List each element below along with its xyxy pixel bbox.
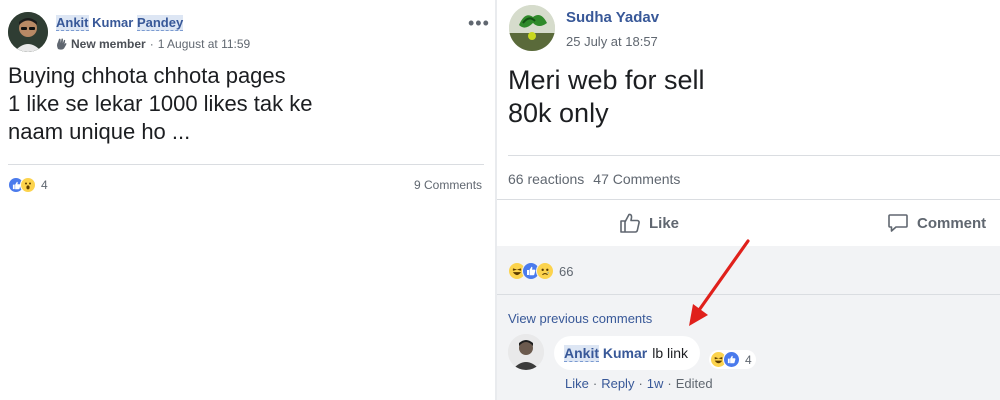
- comments-count-link[interactable]: 9 Comments: [414, 178, 482, 192]
- reaction-summary[interactable]: 4: [8, 177, 48, 193]
- comment-like-link[interactable]: Like: [565, 376, 589, 391]
- sad-reaction-icon: [536, 262, 554, 280]
- comment-icon: [888, 214, 908, 232]
- wave-icon: [57, 38, 67, 50]
- comment-text: lb link: [652, 345, 689, 361]
- divider: [508, 155, 1000, 156]
- post-date[interactable]: 25 July at 18:57: [566, 34, 658, 49]
- post-body-line: 1 like se lekar 1000 likes tak ke: [8, 91, 313, 116]
- author-avatar[interactable]: [8, 12, 48, 52]
- comment-label: Comment: [917, 214, 987, 232]
- separator: ·: [667, 376, 672, 391]
- author-first-name[interactable]: Ankit: [56, 15, 89, 31]
- meta-separator: ·: [149, 37, 154, 51]
- divider: [497, 294, 1000, 295]
- post-body-line: naam unique ho ...: [8, 119, 191, 144]
- comments-count-link[interactable]: 47 Comments: [593, 171, 680, 187]
- post-meta: New member · 1 August at 11:59: [56, 37, 250, 51]
- commenter-last-name[interactable]: Kumar: [603, 345, 647, 361]
- left-post: Ankit Kumar Pandey New member · 1 August…: [0, 0, 495, 400]
- divider: [8, 164, 484, 165]
- post-body-line: Meri web for sell: [508, 65, 705, 95]
- reaction-summary[interactable]: 66: [508, 262, 573, 280]
- comment-reactions[interactable]: 4: [709, 350, 756, 369]
- like-button[interactable]: Like: [619, 212, 679, 234]
- member-badge: New member: [71, 37, 146, 51]
- more-options-button[interactable]: •••: [468, 13, 490, 34]
- view-previous-comments-link[interactable]: View previous comments: [508, 311, 652, 326]
- comment-edited-label[interactable]: Edited: [676, 376, 713, 391]
- like-label: Like: [649, 214, 680, 232]
- comment-bubble: Ankit Kumar lb link: [554, 336, 701, 370]
- wow-reaction-icon: [20, 177, 36, 193]
- commenter-first-name[interactable]: Ankit: [564, 345, 599, 362]
- post-stats: 66 reactions 47 Comments: [508, 171, 680, 187]
- post-body: Meri web for sell 80k only: [508, 64, 705, 130]
- author-middle-name[interactable]: Kumar: [92, 15, 133, 30]
- separator: ·: [638, 376, 643, 391]
- comment-actions: Like · Reply · 1w · Edited: [565, 376, 713, 391]
- reaction-count: 66: [559, 263, 574, 279]
- author-name[interactable]: Ankit Kumar Pandey: [56, 15, 184, 31]
- author-last-name[interactable]: Pandey: [136, 15, 184, 31]
- comment-age-link[interactable]: 1w: [647, 376, 664, 391]
- thumbs-up-icon: [620, 213, 640, 233]
- post-body-line: 80k only: [508, 98, 609, 128]
- author-name[interactable]: Sudha Yadav: [566, 9, 659, 26]
- action-bar: Like Comment: [497, 200, 1000, 246]
- post-body: Buying chhota chhota pages 1 like se lek…: [8, 62, 313, 146]
- comment-reply-link[interactable]: Reply: [601, 376, 634, 391]
- author-avatar[interactable]: [509, 5, 555, 51]
- post-date[interactable]: 1 August at 11:59: [158, 37, 251, 51]
- right-post: Sudha Yadav 25 July at 18:57 Meri web fo…: [497, 0, 1000, 400]
- reactions-count-link[interactable]: 66 reactions: [508, 171, 584, 187]
- separator: ·: [592, 376, 598, 391]
- comment-button[interactable]: Comment: [887, 212, 986, 234]
- reaction-count: 4: [41, 178, 48, 192]
- comment-reaction-count: 4: [745, 352, 752, 367]
- post-body-line: Buying chhota chhota pages: [8, 63, 286, 88]
- commenter-avatar[interactable]: [508, 334, 544, 370]
- commenter-name[interactable]: Ankit Kumar: [564, 345, 647, 362]
- like-reaction-icon: [723, 351, 740, 368]
